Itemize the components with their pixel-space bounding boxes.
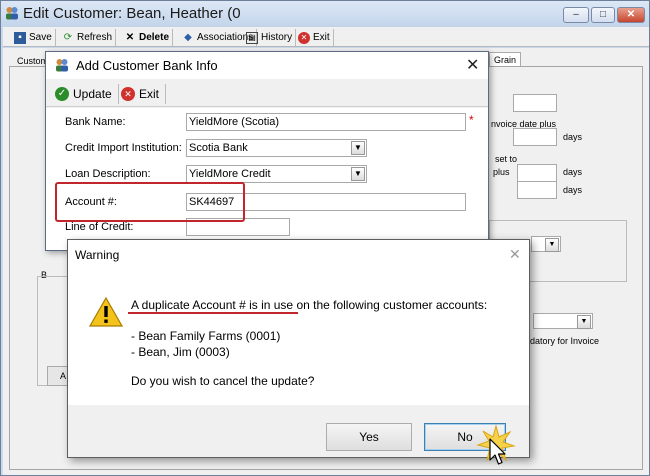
history-icon: ▤: [246, 31, 258, 44]
message-underline: [128, 312, 298, 314]
warning-title: Warning: [75, 248, 120, 262]
plus-label: plus: [493, 167, 510, 177]
delete-label: Delete: [139, 32, 170, 43]
bg-combo-1[interactable]: ▼: [531, 236, 561, 252]
exit-button[interactable]: ✕ Exit: [295, 29, 334, 46]
update-button[interactable]: ✓ Update: [52, 84, 119, 104]
set-to-label: set to: [495, 154, 518, 164]
warning-message: A duplicate Account # is in use on the f…: [131, 298, 488, 312]
duplicate-account-item: - Bean, Jim (0003): [131, 345, 230, 359]
bank-dialog-form: Bank Name: YieldMore (Scotia) * Credit I…: [46, 108, 488, 250]
dialog-exit-button[interactable]: ✕ Exit: [118, 84, 167, 104]
refresh-label: Refresh: [77, 32, 113, 43]
warning-title-bar: Warning ✕: [68, 240, 529, 271]
maximize-button[interactable]: □: [591, 7, 615, 23]
chevron-down-icon[interactable]: ▼: [351, 167, 365, 181]
main-title-bar: Edit Customer: Bean, Heather (0 – □ ✕: [1, 1, 649, 27]
save-label: Save: [29, 32, 52, 43]
delete-button[interactable]: ✕ Delete: [121, 29, 174, 46]
bg-field-3[interactable]: [517, 164, 557, 182]
checkmark-icon: ✓: [55, 87, 69, 101]
save-button[interactable]: ▪ Save: [11, 29, 56, 46]
loan-description-select[interactable]: YieldMore Credit ▼: [186, 165, 367, 183]
cancel-question: Do you wish to cancel the update?: [131, 374, 315, 388]
account-highlight-box: [55, 182, 245, 222]
customer-app-icon: [56, 59, 68, 72]
duplicate-account-item: - Bean Family Farms (0001): [131, 329, 281, 343]
associations-icon: ◆: [184, 31, 192, 43]
yes-button[interactable]: Yes: [326, 423, 412, 451]
tab-customer[interactable]: Custom: [17, 56, 48, 66]
bg-field-2[interactable]: [513, 128, 557, 146]
loan-description-value: YieldMore Credit: [189, 168, 271, 180]
close-icon[interactable]: ✕: [509, 246, 521, 263]
main-toolbar: ▪ Save ⟳ Refresh ✕ Delete ◆ Associations…: [3, 27, 649, 47]
mouse-cursor-icon: [489, 438, 506, 465]
main-window-title: Edit Customer: Bean, Heather (0: [23, 5, 241, 22]
required-marker: *: [469, 113, 474, 127]
save-icon: ▪: [14, 31, 26, 44]
mandatory-label: ndatory for Invoice: [525, 336, 600, 346]
bg-field-1[interactable]: [513, 94, 557, 112]
days-label-3: days: [563, 185, 583, 195]
days-label-1: days: [563, 132, 583, 142]
close-icon[interactable]: ✕: [466, 55, 479, 75]
exit-label: Exit: [313, 32, 330, 43]
history-button[interactable]: ▤ History: [243, 29, 297, 46]
line-of-credit-label: Line of Credit:: [65, 221, 134, 233]
update-label: Update: [73, 87, 112, 101]
refresh-icon: ⟳: [63, 31, 73, 43]
bank-dialog-title-bar: Add Customer Bank Info ✕: [46, 52, 488, 79]
bg-combo-2[interactable]: ▼: [533, 313, 593, 329]
days-label-2: days: [563, 167, 583, 177]
credit-import-label: Credit Import Institution:: [65, 142, 182, 154]
chevron-down-icon[interactable]: ▼: [351, 141, 365, 155]
bank-dialog-toolbar: ✓ Update ✕ Exit: [46, 80, 488, 107]
bg-field-4[interactable]: [517, 181, 557, 199]
close-window-button[interactable]: ✕: [617, 7, 645, 23]
dialog-exit-label: Exit: [139, 87, 160, 101]
tab-grain[interactable]: Grain: [489, 52, 522, 67]
history-label: History: [261, 32, 293, 43]
exit-icon: ✕: [298, 31, 310, 44]
refresh-button[interactable]: ⟳ Refresh: [59, 29, 117, 46]
delete-icon: ✕: [125, 31, 135, 43]
loan-description-label: Loan Description:: [65, 168, 151, 180]
bank-name-label: Bank Name:: [65, 116, 126, 128]
warning-dialog: Warning ✕ A duplicate Account # is in us…: [67, 239, 530, 458]
customer-app-icon: [6, 7, 18, 20]
minimize-button[interactable]: –: [563, 7, 589, 23]
exit-icon: ✕: [121, 87, 135, 101]
warning-body: A duplicate Account # is in use on the f…: [68, 271, 529, 405]
credit-import-value: Scotia Bank: [189, 142, 248, 154]
warning-icon: [89, 297, 123, 327]
bank-name-input[interactable]: YieldMore (Scotia): [186, 113, 466, 131]
bg-button-a[interactable]: A: [47, 366, 69, 386]
credit-import-select[interactable]: Scotia Bank ▼: [186, 139, 367, 157]
bank-dialog-title: Add Customer Bank Info: [76, 58, 218, 73]
